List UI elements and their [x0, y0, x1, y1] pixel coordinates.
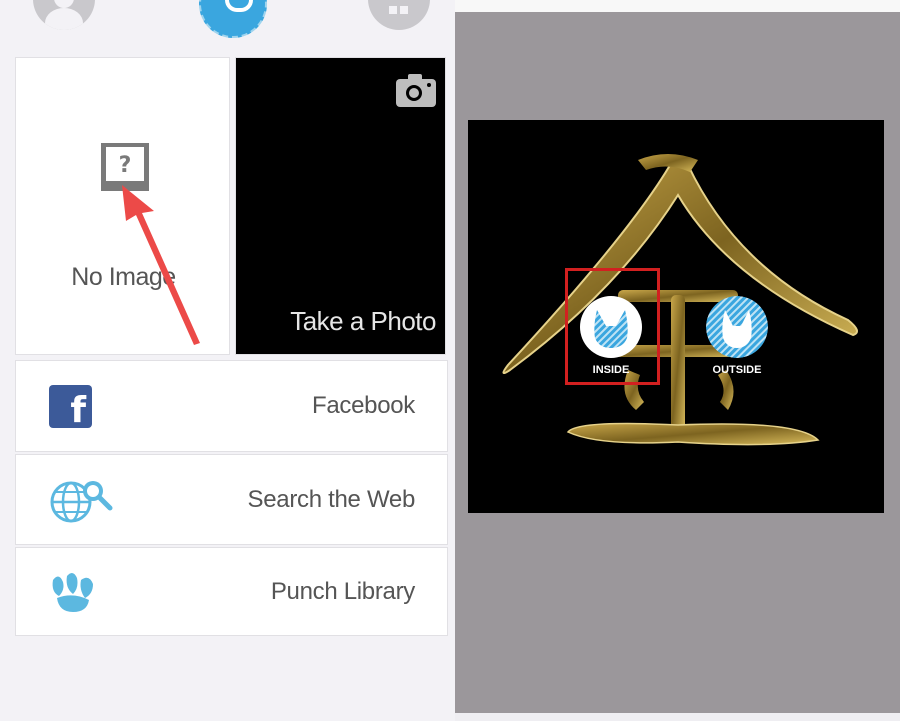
- take-photo-label: Take a Photo: [290, 306, 436, 336]
- bottom-strip: [455, 713, 900, 721]
- punch-editor-panel: INSIDE OUTSIDE: [455, 0, 900, 721]
- menu-icon[interactable]: [368, 0, 430, 30]
- avatar-icon[interactable]: [33, 0, 95, 30]
- source-row-facebook[interactable]: f Facebook: [15, 360, 448, 452]
- app-logo-icon[interactable]: [199, 0, 267, 38]
- facebook-icon: f: [49, 385, 92, 431]
- punch-library-icon: [52, 572, 93, 612]
- gold-kanji-image: [502, 154, 858, 446]
- camera-icon: [396, 74, 436, 107]
- globe-search-icon: [50, 481, 113, 523]
- source-row-punch-library[interactable]: Punch Library: [15, 547, 448, 636]
- outside-option-label: OUTSIDE: [712, 364, 762, 376]
- no-image-tile[interactable]: ? No Image: [15, 57, 230, 355]
- source-picker-panel: ? No Image Take a Photo f Facebook Searc…: [0, 0, 455, 721]
- top-bar: [455, 0, 900, 12]
- source-label-punch-library: Punch Library: [270, 578, 415, 605]
- no-image-label: No Image: [71, 263, 176, 291]
- take-photo-tile[interactable]: Take a Photo: [235, 57, 446, 355]
- outside-option-button[interactable]: [706, 296, 768, 358]
- no-image-icon: ?: [101, 143, 149, 191]
- source-row-search-web[interactable]: Search the Web: [15, 454, 448, 545]
- svg-text:?: ?: [119, 153, 132, 178]
- annotation-highlight-box: [565, 268, 660, 385]
- outside-punch-icon: [706, 296, 768, 358]
- source-label-search-web: Search the Web: [247, 486, 416, 513]
- image-canvas[interactable]: INSIDE OUTSIDE: [468, 120, 884, 513]
- source-label-facebook: Facebook: [312, 392, 415, 419]
